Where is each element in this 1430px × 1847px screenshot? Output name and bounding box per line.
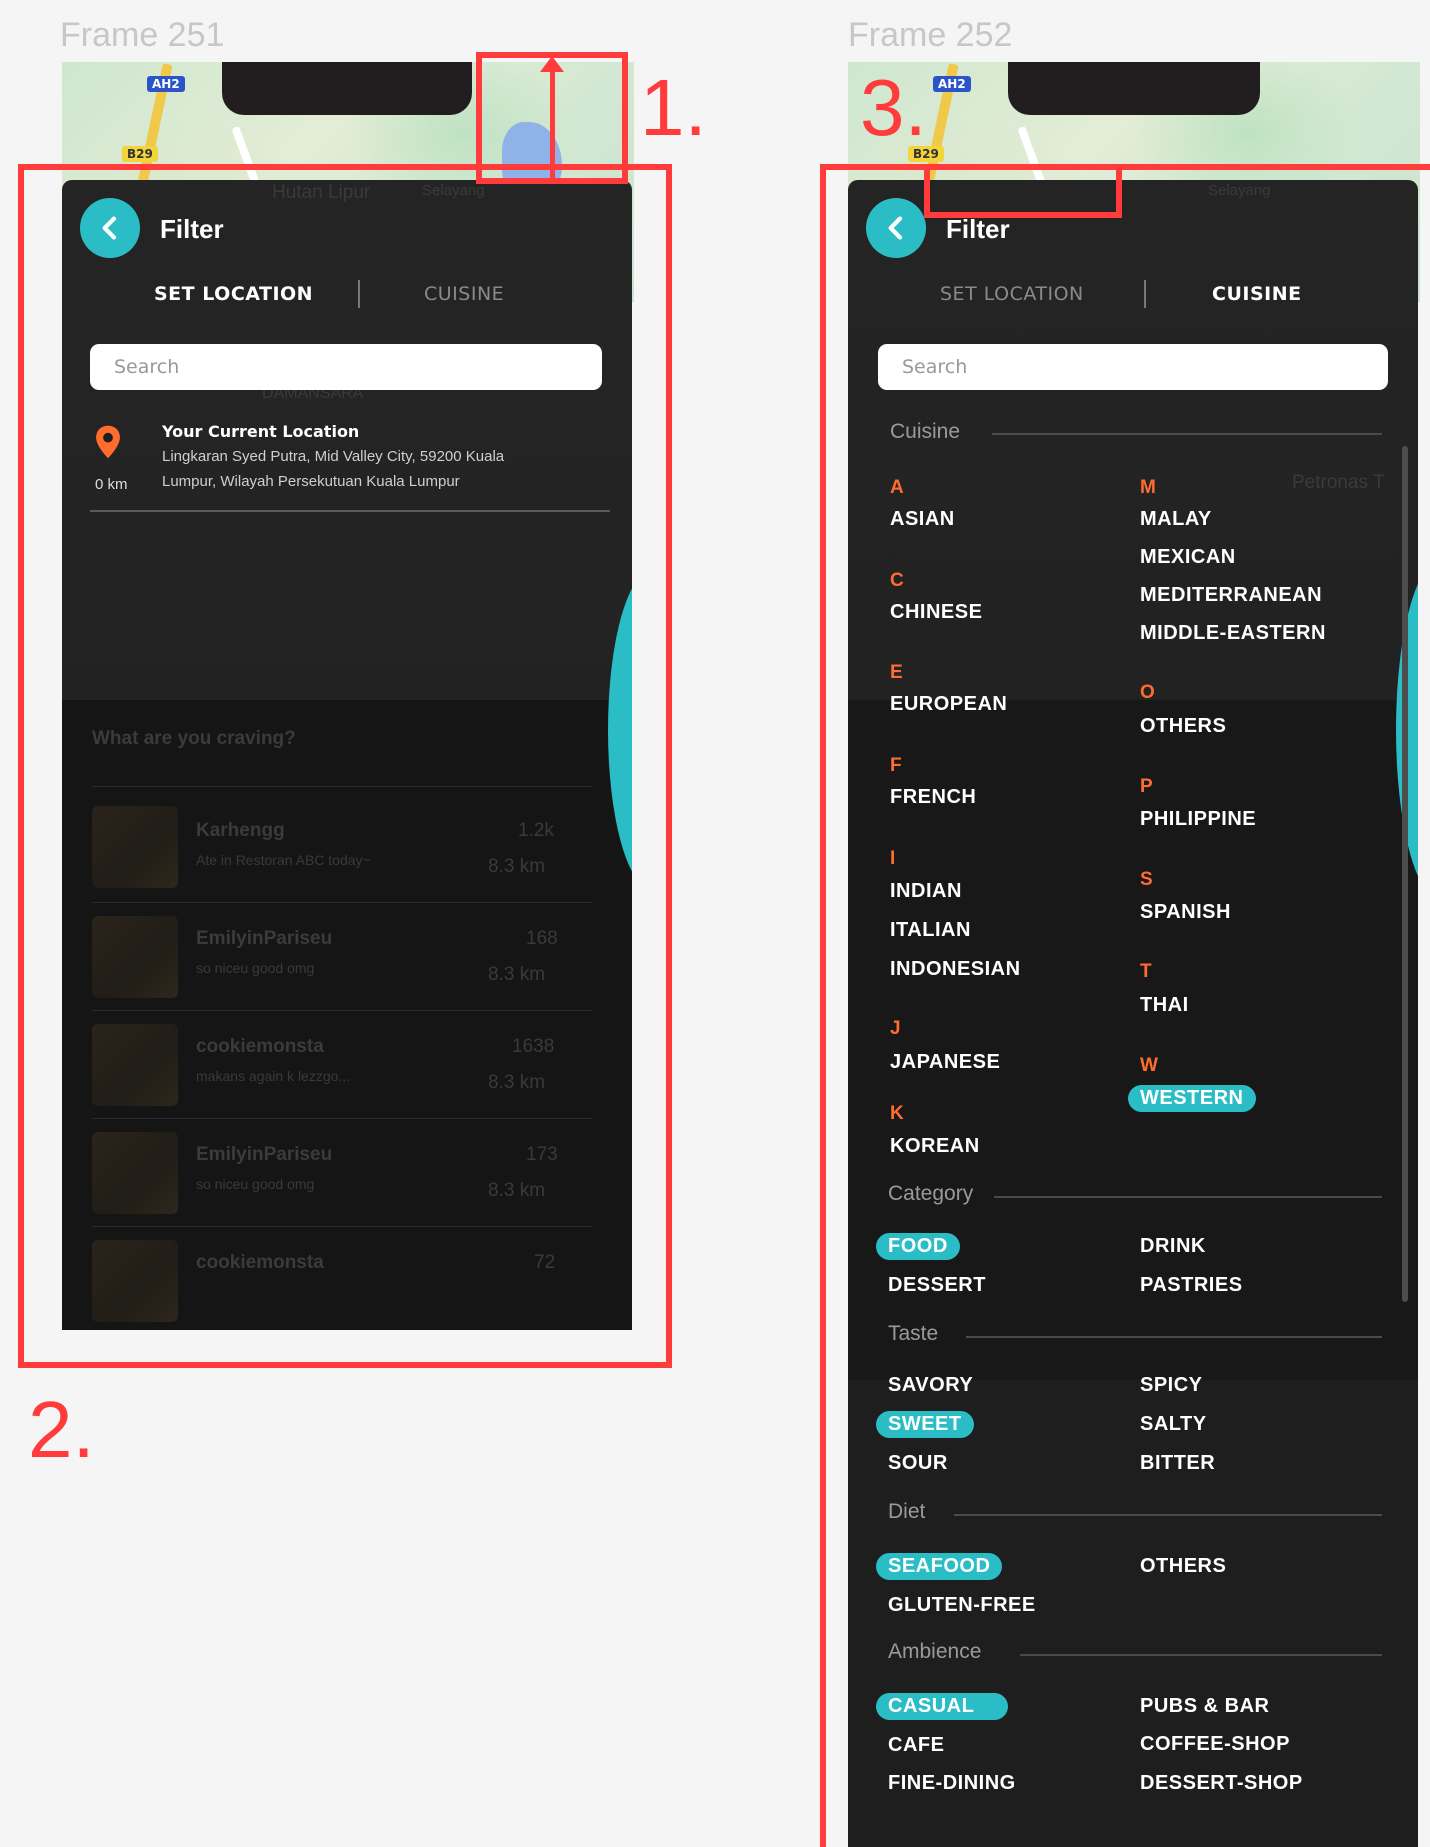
annotation-box-4 bbox=[820, 164, 1430, 1847]
frame-label-251: Frame 251 bbox=[60, 16, 225, 54]
annotation-1: 1. bbox=[640, 63, 707, 152]
map-shield: AH2 bbox=[147, 76, 185, 92]
map-shield: B29 bbox=[122, 146, 158, 162]
map-shield: AH2 bbox=[933, 76, 971, 92]
annotation-2: 2. bbox=[28, 1385, 95, 1474]
annotation-3: 3. bbox=[860, 63, 927, 152]
annotation-arrow bbox=[550, 60, 555, 178]
phone-notch bbox=[1008, 62, 1260, 115]
frame-label-252: Frame 252 bbox=[848, 16, 1013, 54]
annotation-box-2 bbox=[18, 164, 672, 1368]
annotation-arrowhead bbox=[540, 56, 564, 72]
phone-notch bbox=[222, 62, 472, 115]
